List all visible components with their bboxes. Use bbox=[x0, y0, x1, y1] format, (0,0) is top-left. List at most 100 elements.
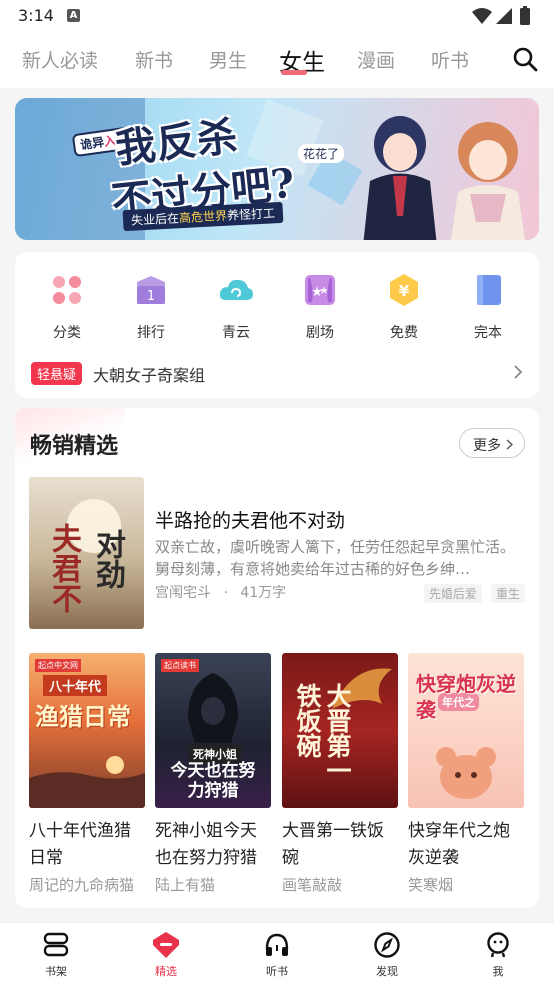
featured-book-tags: 先婚后爱 重生 bbox=[420, 583, 525, 603]
book-title: 快穿年代之炮灰逆袭 bbox=[408, 821, 510, 868]
status-time: 3:14 bbox=[18, 6, 54, 25]
section-title: 畅销精选 bbox=[30, 434, 119, 459]
category-label: 剧场 bbox=[306, 325, 334, 341]
cover-subtitle: 八十年代 bbox=[43, 675, 108, 696]
cover-title-text: 大晋第一铁饭碗 bbox=[293, 683, 352, 783]
more-label: 更多 bbox=[473, 438, 501, 454]
cloud-icon bbox=[219, 279, 253, 300]
featured-gem-icon bbox=[153, 932, 179, 958]
cover-title-text: 渔猎日常 bbox=[35, 702, 131, 731]
book-title: 大晋第一铁饭碗 bbox=[282, 821, 384, 868]
signal-icon bbox=[496, 8, 512, 24]
book-title: 八十年代渔猎日常 bbox=[29, 821, 131, 868]
tab-new-books[interactable]: 新书 bbox=[135, 46, 173, 73]
cover-art bbox=[29, 756, 145, 808]
user-face-icon bbox=[487, 932, 509, 958]
system-status-icons bbox=[472, 6, 530, 25]
more-button[interactable]: 更多 bbox=[459, 428, 525, 458]
category-completed[interactable]: 完本 bbox=[453, 272, 523, 342]
closed-book-icon bbox=[477, 275, 501, 305]
cover-title-text: 对劲 bbox=[90, 529, 125, 589]
chevron-right-icon bbox=[514, 365, 523, 379]
book-card[interactable]: 起点中文网 八十年代 渔猎日常 八十年代渔猎日常 周记的九命病猫 bbox=[29, 653, 145, 895]
cover-brand: 起点中文网 bbox=[35, 659, 81, 672]
status-bar: 3:14 A bbox=[0, 0, 554, 32]
category-rank[interactable]: 1 排行 bbox=[116, 272, 186, 342]
notification-a-icon: A bbox=[67, 9, 80, 22]
category-qingyun[interactable]: 青云 bbox=[201, 272, 271, 342]
cover-art bbox=[188, 673, 238, 743]
wifi-icon bbox=[472, 8, 492, 24]
book-cover: 起点读书 死神小姐 今天也在努力狩猎 bbox=[155, 653, 271, 808]
nav-label: 精选 bbox=[155, 965, 177, 978]
active-tab-indicator bbox=[281, 70, 307, 75]
compass-icon bbox=[374, 932, 400, 958]
chevron-right-icon bbox=[506, 439, 513, 450]
promo-badge: 轻悬疑 bbox=[31, 362, 83, 385]
featured-book-title[interactable]: 半路抢的夫君他不对劲 bbox=[155, 506, 345, 533]
tab-newcomer[interactable]: 新人必读 bbox=[22, 46, 98, 73]
tab-audio[interactable]: 听书 bbox=[431, 46, 469, 73]
bestseller-section: 畅销精选 更多 夫君不 对劲 半路抢的夫君他不对劲 双亲亡故，虞听晚寄人篱下，任… bbox=[15, 408, 539, 908]
nav-me[interactable]: 我 bbox=[468, 931, 528, 979]
featured-book-description: 双亲亡故，虞听晚寄人篱下，任劳任怨起早贪黑忙活。舅母刻薄，有意将她卖给年过古稀的… bbox=[155, 538, 516, 578]
svg-text:¥: ¥ bbox=[399, 282, 410, 300]
nav-discover[interactable]: 发现 bbox=[357, 931, 417, 979]
promo-title: 大朝女子奇案组 bbox=[93, 366, 206, 385]
featured-book-meta: 宫闱宅斗 · 41万字 bbox=[155, 582, 286, 602]
nav-featured[interactable]: 精选 bbox=[136, 931, 196, 979]
book-card[interactable]: 起点读书 死神小姐 今天也在努力狩猎 死神小姐今天也在努力狩猎 陆上有猫 bbox=[155, 653, 271, 895]
book-author: 画笔敲敲 bbox=[282, 876, 343, 894]
category-label: 免费 bbox=[390, 325, 418, 341]
nav-audiobooks[interactable]: 听书 bbox=[247, 931, 307, 979]
category-label: 完本 bbox=[474, 325, 502, 341]
bottom-navigation: 书架 精选 听书 发现 我 bbox=[0, 922, 554, 984]
rank-one-icon: 1 bbox=[137, 276, 165, 304]
category-label: 青云 bbox=[222, 325, 250, 341]
nav-bookshelf[interactable]: 书架 bbox=[26, 931, 86, 979]
category-label: 排行 bbox=[137, 325, 165, 341]
promo-banner[interactable]: 诡异入侵 我反杀 不过分吧? 花花了 失业后在高危世界养怪打工 bbox=[15, 98, 539, 240]
category-classify[interactable]: 分类 bbox=[32, 272, 102, 342]
cover-art bbox=[436, 747, 496, 799]
cover-title-text: 今天也在努力狩猎 bbox=[170, 761, 256, 801]
book-cover: 起点中文网 八十年代 渔猎日常 bbox=[29, 653, 145, 808]
top-tab-bar: 新人必读 新书 男生 女生 漫画 听书 bbox=[0, 32, 554, 88]
book-word-count: 41万字 bbox=[240, 585, 287, 601]
flower-grid-icon bbox=[53, 276, 81, 304]
battery-icon bbox=[520, 8, 530, 25]
book-cover: 年代之 快穿炮灰逆袭 bbox=[408, 653, 524, 808]
nav-label: 我 bbox=[492, 965, 504, 978]
cover-title-text: 快穿炮灰逆袭 bbox=[416, 672, 516, 722]
theater-icon bbox=[305, 275, 335, 305]
category-free[interactable]: ¥ 免费 bbox=[369, 272, 439, 342]
meta-separator: · bbox=[223, 585, 228, 601]
banner-author: 花花了 bbox=[298, 144, 345, 163]
book-tag: 先婚后爱 bbox=[423, 584, 482, 603]
search-icon[interactable] bbox=[512, 46, 538, 72]
featured-book-cover[interactable]: 夫君不 对劲 bbox=[29, 477, 144, 629]
category-theater[interactable]: 剧场 bbox=[285, 272, 355, 342]
book-card[interactable]: 大晋第一铁饭碗 大晋第一铁饭碗 画笔敲敲 bbox=[282, 653, 398, 895]
book-author: 笑寒烟 bbox=[408, 876, 454, 894]
cover-title-text: 夫君不 bbox=[46, 523, 81, 613]
nav-label: 听书 bbox=[266, 965, 288, 978]
book-tag: 重生 bbox=[490, 584, 525, 603]
nav-label: 书架 bbox=[45, 965, 67, 978]
banner-character-male bbox=[363, 116, 437, 240]
cover-brand: 起点读书 bbox=[161, 659, 199, 672]
book-card[interactable]: 年代之 快穿炮灰逆袭 快穿年代之炮灰逆袭 笑寒烟 bbox=[408, 653, 524, 895]
book-cover: 大晋第一铁饭碗 bbox=[282, 653, 398, 808]
nav-label: 发现 bbox=[376, 965, 398, 978]
bookshelf-icon bbox=[43, 932, 69, 957]
promo-row[interactable]: 轻悬疑 大朝女子奇案组 bbox=[15, 352, 539, 394]
category-card: 分类 1 排行 青云 剧场 ¥ 免费 完本 轻悬疑 大朝女子奇案组 bbox=[15, 252, 539, 398]
tab-male[interactable]: 男生 bbox=[209, 46, 247, 73]
category-label: 分类 bbox=[53, 325, 81, 341]
book-genre: 宫闱宅斗 bbox=[155, 585, 211, 601]
banner-character-female bbox=[451, 122, 525, 240]
tab-comics[interactable]: 漫画 bbox=[357, 46, 395, 73]
svg-text:1: 1 bbox=[147, 289, 155, 304]
book-author: 周记的九命病猫 bbox=[29, 876, 135, 894]
yen-hexagon-icon: ¥ bbox=[390, 274, 418, 306]
